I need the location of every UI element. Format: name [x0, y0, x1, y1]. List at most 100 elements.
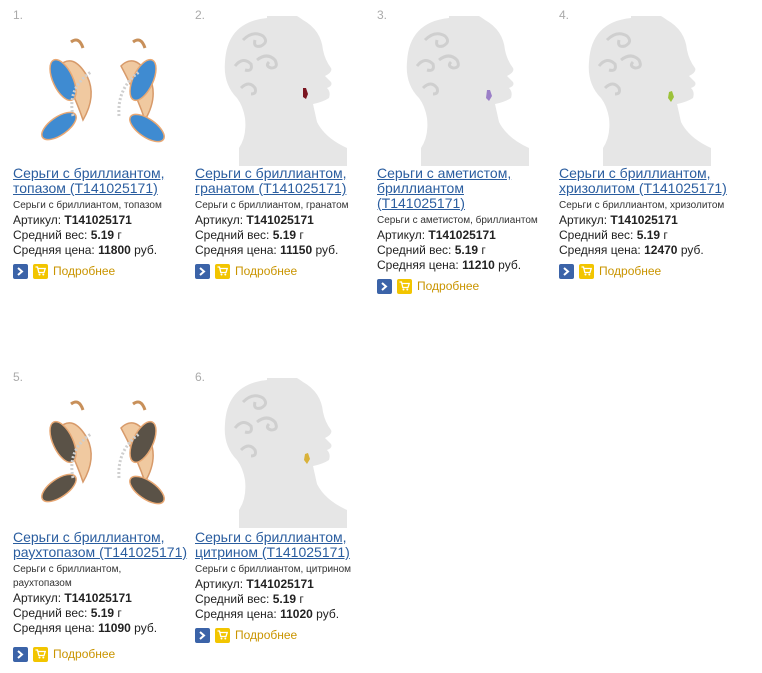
go-arrow-button[interactable] [377, 278, 392, 294]
product-image[interactable] [25, 16, 173, 166]
product-subtitle: Серьги с аметистом, бриллиантом [377, 215, 538, 226]
go-arrow-button[interactable] [195, 263, 210, 279]
title-line: цитрином (T141025171) [195, 544, 350, 560]
more-link[interactable]: Подробнее [53, 264, 115, 278]
more-link[interactable]: Подробнее [235, 264, 297, 278]
product-card: 4. Серьги с бриллиантом, хризолитом (T14… [559, 8, 739, 308]
go-arrow-button[interactable] [13, 263, 28, 279]
model-silhouette [224, 378, 347, 528]
weight-label: Средний вес: [13, 228, 88, 242]
sku-row: Артикул: T141025171 [195, 577, 385, 592]
product-title-link[interactable]: Серьги с бриллиантом, гранатом (T1410251… [195, 166, 385, 196]
price-label: Средняя цена: [195, 607, 277, 621]
product-card: 6. Серьги с бриллиантом, цитрином (T1410… [195, 370, 375, 670]
weight-label: Средний вес: [377, 243, 452, 257]
weight-value: 5.19 [90, 606, 115, 620]
cart-icon [399, 281, 410, 291]
product-image[interactable] [207, 16, 355, 166]
go-arrow-button[interactable] [195, 627, 210, 643]
product-image[interactable] [389, 16, 537, 166]
product-image[interactable] [571, 16, 719, 166]
title-line: Серьги с бриллиантом, [13, 165, 165, 181]
weight-unit: г [299, 228, 304, 242]
earrings-photo [41, 38, 165, 143]
price-unit: руб. [680, 243, 704, 257]
product-image[interactable] [25, 378, 173, 528]
add-to-cart-button[interactable] [215, 263, 230, 279]
chevron-right-icon [199, 630, 206, 640]
product-title-link[interactable]: Серьги с бриллиантом, цитрином (T1410251… [195, 530, 385, 560]
product-number: 3. [377, 8, 388, 22]
chevron-right-icon [199, 266, 206, 276]
title-line: гранатом (T141025171) [195, 180, 347, 196]
weight-label: Средний вес: [195, 228, 270, 242]
title-line: Серьги с бриллиантом, [13, 529, 165, 545]
title-line: Серьги с бриллиантом, [559, 165, 711, 181]
weight-row: Средний вес: 5.19 г [377, 243, 567, 258]
product-number: 2. [195, 8, 206, 22]
weight-unit: г [299, 592, 304, 606]
product-actions: Подробнее [377, 278, 567, 294]
chevron-right-icon [17, 266, 24, 276]
title-line: бриллиантом [377, 180, 464, 196]
cart-icon [35, 649, 46, 659]
model-silhouette [588, 16, 711, 166]
product-title-link[interactable]: Серьги с бриллиантом, хризолитом (T14102… [559, 166, 749, 196]
more-link[interactable]: Подробнее [599, 264, 661, 278]
product-subtitle: Серьги с бриллиантом, цитрином [195, 564, 352, 575]
sku-row: Артикул: T141025171 [13, 591, 203, 606]
add-to-cart-button[interactable] [579, 263, 594, 279]
add-to-cart-button[interactable] [33, 263, 48, 279]
weight-unit: г [117, 606, 122, 620]
weight-value: 5.19 [454, 243, 479, 257]
weight-unit: г [481, 243, 486, 257]
title-line: (T141025171) [377, 195, 465, 211]
sku-value: T141025171 [246, 213, 314, 227]
more-link[interactable]: Подробнее [235, 628, 297, 642]
product-title-link[interactable]: Серьги с бриллиантом, топазом (T14102517… [13, 166, 203, 196]
cart-icon [217, 266, 228, 276]
price-value: 12470 [644, 243, 678, 257]
product-actions: Подробнее [195, 627, 385, 643]
more-link[interactable]: Подробнее [417, 279, 479, 293]
weight-value: 5.19 [90, 228, 115, 242]
product-actions: Подробнее [13, 646, 203, 662]
chevron-right-icon [381, 281, 388, 291]
go-arrow-button[interactable] [559, 263, 574, 279]
sku-value: T141025171 [64, 591, 132, 605]
go-arrow-button[interactable] [13, 646, 28, 662]
product-card: 1. Серьги с бриллиантом, топазом (T14102… [13, 8, 193, 308]
add-to-cart-button[interactable] [397, 278, 412, 294]
weight-row: Средний вес: 5.19 г [195, 592, 385, 607]
price-value: 11800 [98, 243, 131, 257]
weight-value: 5.19 [636, 228, 661, 242]
subtitle-line: Серьги с бриллиантом, [13, 564, 122, 575]
sku-row: Артикул: T141025171 [195, 213, 385, 228]
add-to-cart-button[interactable] [33, 646, 48, 662]
sku-value: T141025171 [428, 228, 496, 242]
title-line: Серьги с аметистом, [377, 165, 512, 181]
product-subtitle: Серьги с бриллиантом, гранатом [195, 200, 349, 211]
weight-label: Средний вес: [195, 592, 270, 606]
model-silhouette [406, 16, 529, 166]
price-value: 11210 [462, 258, 495, 272]
weight-row: Средний вес: 5.19 г [13, 606, 203, 621]
title-line: топазом (T141025171) [13, 180, 158, 196]
subtitle-line: раухтопазом [13, 578, 72, 589]
product-title-link[interactable]: Серьги с бриллиантом, раухтопазом (T1410… [13, 530, 203, 560]
more-link[interactable]: Подробнее [53, 647, 115, 661]
product-image[interactable] [207, 378, 355, 528]
sku-value: T141025171 [64, 213, 132, 227]
price-row: Средняя цена: 11150 руб. [195, 243, 385, 258]
price-unit: руб. [134, 243, 158, 257]
product-actions: Подробнее [559, 263, 749, 279]
price-unit: руб. [134, 621, 158, 635]
weight-unit: г [117, 228, 122, 242]
add-to-cart-button[interactable] [215, 627, 230, 643]
sku-value: T141025171 [610, 213, 678, 227]
product-title-link[interactable]: Серьги с аметистом, бриллиантом (T141025… [377, 166, 567, 211]
product-subtitle: Серьги с бриллиантом, хризолитом [559, 200, 725, 211]
weight-value: 5.19 [272, 228, 297, 242]
product-actions: Подробнее [13, 263, 203, 279]
price-label: Средняя цена: [13, 621, 95, 635]
